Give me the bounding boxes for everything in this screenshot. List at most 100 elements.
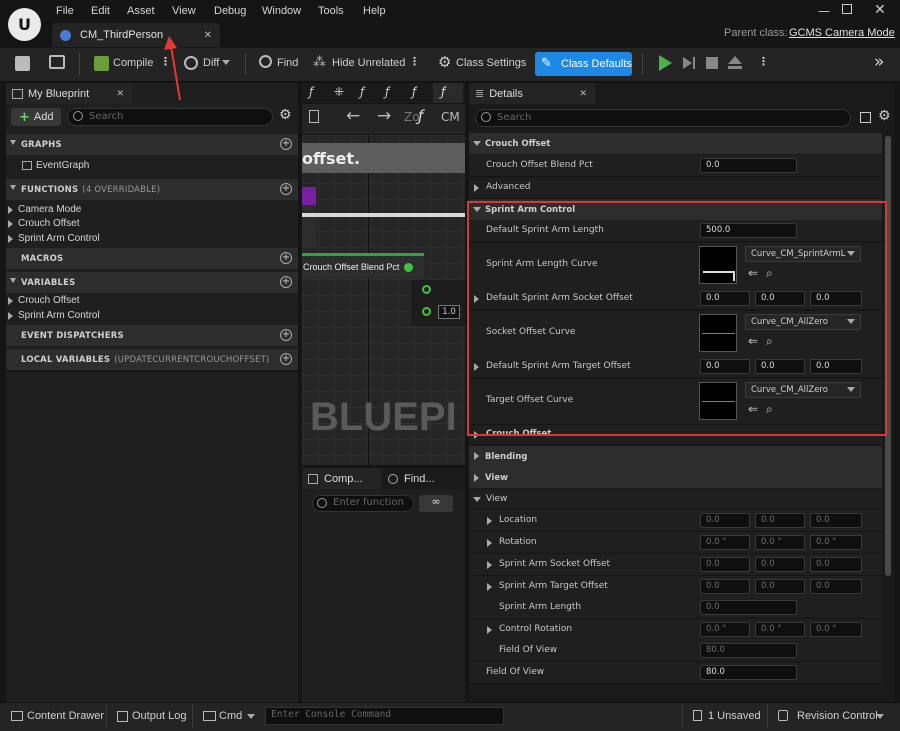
menu-edit[interactable]: Edit xyxy=(91,5,110,17)
function-sprint-arm-control[interactable]: Sprint Arm Control xyxy=(18,233,100,244)
functions-collapse-icon[interactable] xyxy=(10,185,16,190)
output-log-icon[interactable] xyxy=(117,711,128,722)
event-dispatchers-section-header[interactable]: EVENT DISPATCHERS xyxy=(6,325,298,346)
function-tab-icon[interactable]: ƒ xyxy=(385,85,389,99)
pin-default-value[interactable]: 1.0 xyxy=(438,305,460,319)
macros-section-header[interactable]: MACROS xyxy=(6,248,298,269)
play-icon[interactable] xyxy=(659,55,672,71)
variable-crouch-offset[interactable]: Crouch Offset xyxy=(18,295,80,306)
fov-input[interactable]: 80.0 xyxy=(700,665,797,680)
graph-tab-icon[interactable]: ⁜ xyxy=(334,85,344,99)
graphs-collapse-icon[interactable] xyxy=(10,140,16,145)
details-search-input[interactable] xyxy=(475,109,851,127)
diff-chevron-down-icon[interactable] xyxy=(222,60,230,65)
compile-button[interactable]: Compile xyxy=(113,57,153,69)
menu-tools[interactable]: Tools xyxy=(318,5,344,17)
add-graph-plus-icon[interactable]: + xyxy=(280,138,292,150)
minimize-icon[interactable]: — xyxy=(818,4,830,18)
eject-icon[interactable] xyxy=(728,56,742,64)
compile-icon[interactable] xyxy=(94,56,109,71)
menu-debug[interactable]: Debug xyxy=(214,5,246,17)
content-drawer-icon[interactable] xyxy=(11,711,23,721)
function-tab-icon[interactable]: ƒ xyxy=(441,85,445,99)
view-sub-row[interactable] xyxy=(469,489,882,510)
menu-file[interactable]: File xyxy=(56,5,74,17)
menu-window[interactable]: Window xyxy=(262,5,301,17)
unreal-logo-icon[interactable]: U xyxy=(8,8,41,41)
hide-unrelated-button[interactable]: Hide Unrelated xyxy=(332,57,405,69)
function-camera-mode[interactable]: Camera Mode xyxy=(18,204,81,215)
save-icon[interactable] xyxy=(15,56,30,71)
expand-arrow-icon[interactable] xyxy=(487,539,492,547)
unsaved-button[interactable]: 1 Unsaved xyxy=(708,710,761,722)
find-results-tab[interactable]: Find... xyxy=(382,468,465,489)
active-function-tab[interactable] xyxy=(433,83,463,103)
advanced-row[interactable] xyxy=(469,178,882,199)
revision-chevron-down-icon[interactable] xyxy=(876,714,884,719)
document-tab[interactable]: CM_ThirdPerson ✕ xyxy=(52,23,220,47)
details-close-icon[interactable]: ✕ xyxy=(579,89,587,99)
unsaved-icon[interactable] xyxy=(693,710,702,721)
add-local-variable-plus-icon[interactable]: + xyxy=(280,353,292,365)
find-button[interactable]: Find xyxy=(277,57,298,69)
maximize-icon[interactable] xyxy=(842,4,852,14)
add-function-plus-icon[interactable]: + xyxy=(280,183,292,195)
variables-section-header[interactable]: VARIABLES xyxy=(6,272,298,293)
math-node[interactable] xyxy=(411,280,465,326)
local-variables-section-header[interactable]: LOCAL VARIABLES (UPDATECURRENTCROUCHOFFSE… xyxy=(6,349,298,370)
input-pin-icon[interactable] xyxy=(422,307,431,316)
bookmark-icon[interactable] xyxy=(309,110,319,123)
blending-category[interactable]: Blending xyxy=(469,446,882,467)
expand-arrow-icon[interactable] xyxy=(8,220,13,228)
add-variable-plus-icon[interactable]: + xyxy=(280,276,292,288)
components-tab[interactable]: Comp... xyxy=(302,468,381,489)
function-tab-icon[interactable]: ƒ xyxy=(412,85,416,99)
menu-asset[interactable]: Asset xyxy=(127,5,155,17)
expand-arrow-icon[interactable] xyxy=(487,583,492,591)
step-icon[interactable] xyxy=(683,57,692,69)
hide-unrelated-icon[interactable]: ⁂ xyxy=(313,55,326,70)
event-graph-item[interactable]: EventGraph xyxy=(36,160,89,171)
menu-help[interactable]: Help xyxy=(363,5,386,17)
graph-canvas[interactable]: offset. Crouch Offset Blend Pct 1.0 BLUE… xyxy=(302,135,465,465)
expand-arrow-icon[interactable] xyxy=(487,517,492,525)
view-category[interactable]: View xyxy=(469,467,882,488)
graphs-section-header[interactable]: GRAPHS xyxy=(6,134,298,155)
menu-view[interactable]: View xyxy=(172,5,196,17)
binoculars-search-button[interactable]: ∞ xyxy=(419,495,453,512)
crouch-blend-input[interactable]: 0.0 xyxy=(700,158,797,173)
function-crouch-offset[interactable]: Crouch Offset xyxy=(18,218,80,229)
back-arrow-icon[interactable]: ← xyxy=(346,106,360,126)
diff-button[interactable]: Diff xyxy=(203,57,219,69)
variables-collapse-icon[interactable] xyxy=(10,278,16,283)
expand-toolbar-icon[interactable]: » xyxy=(874,52,884,72)
function-tab-icon[interactable]: ƒ xyxy=(360,85,364,99)
functions-section-header[interactable]: FUNCTIONS (4 OVERRIDABLE) xyxy=(6,179,298,200)
details-tab[interactable]: ≣ Details ✕ xyxy=(469,83,595,104)
hide-unrelated-options-icon[interactable]: ⋮ xyxy=(409,55,420,68)
details-settings-gear-icon[interactable]: ⚙ xyxy=(878,108,891,124)
expand-arrow-icon[interactable] xyxy=(8,297,13,305)
expand-arrow-icon[interactable] xyxy=(474,184,479,192)
output-pin-icon[interactable] xyxy=(404,263,413,272)
stop-icon[interactable] xyxy=(706,57,718,69)
collapse-arrow-icon[interactable] xyxy=(473,141,481,146)
tab-close-icon[interactable]: ✕ xyxy=(204,30,212,41)
expand-arrow-icon[interactable] xyxy=(474,452,479,460)
browse-icon[interactable] xyxy=(49,55,65,69)
play-options-icon[interactable]: ⋮ xyxy=(758,55,769,68)
crouch-offset-category[interactable]: Crouch Offset xyxy=(469,133,882,154)
close-window-icon[interactable]: ✕ xyxy=(874,2,886,18)
find-icon[interactable] xyxy=(259,55,272,68)
table-view-icon[interactable] xyxy=(860,112,871,123)
expand-arrow-icon[interactable] xyxy=(487,561,492,569)
forward-arrow-icon[interactable]: → xyxy=(377,106,391,126)
variable-sprint-arm-control[interactable]: Sprint Arm Control xyxy=(18,310,100,321)
cmd-button[interactable]: Cmd xyxy=(219,710,242,722)
add-macro-plus-icon[interactable]: + xyxy=(280,252,292,264)
class-settings-button[interactable]: Class Settings xyxy=(456,57,526,69)
collapse-arrow-icon[interactable] xyxy=(473,497,481,502)
cmd-icon[interactable] xyxy=(203,711,216,721)
parent-class-link[interactable]: GCMS Camera Mode xyxy=(789,27,895,39)
my-blueprint-tab[interactable]: My Blueprint ✕ xyxy=(6,83,132,104)
